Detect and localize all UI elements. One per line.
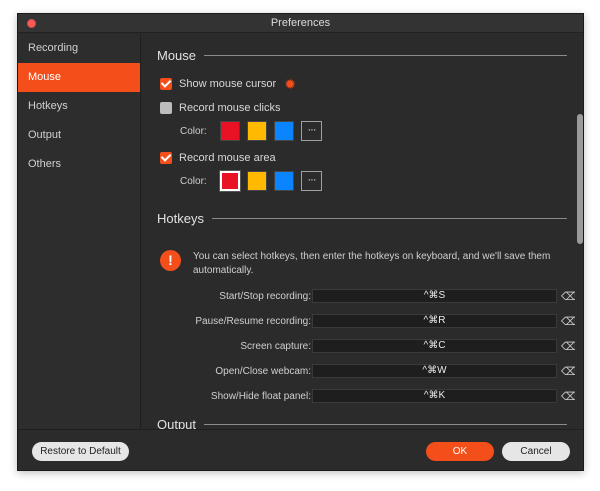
mouse-section-header: Mouse [157,48,567,63]
clicks-color-row: Color: ··· [180,121,322,141]
area-swatch-yellow[interactable] [247,171,267,191]
sidebar-item-hotkeys[interactable]: Hotkeys [18,92,140,121]
area-color-row: Color: ··· [180,170,322,192]
hotkeys-section-header: Hotkeys [157,211,567,226]
hotkey-field-pause-resume[interactable]: ^⌘R [312,314,557,328]
hotkey-field-screen-capture[interactable]: ^⌘C [312,339,557,353]
hotkey-label: Pause/Resume recording: [195,316,311,327]
cancel-button[interactable]: Cancel [502,442,570,461]
scrollbar[interactable] [575,34,583,429]
output-heading: Output [157,417,197,429]
sidebar-item-mouse[interactable]: Mouse [18,63,140,92]
preferences-window: Preferences Recording Mouse Hotkeys Outp… [17,13,584,471]
sidebar-item-recording[interactable]: Recording [18,34,140,63]
sidebar: Recording Mouse Hotkeys Output Others [18,34,141,429]
show-cursor-row: Show mouse cursor ✹ [160,77,296,91]
hotkey-label: Show/Hide float panel: [210,391,311,402]
hotkey-label: Screen capture: [240,341,311,352]
record-clicks-label: Record mouse clicks [179,102,281,114]
ok-button[interactable]: OK [426,442,494,461]
hotkey-field-float-panel[interactable]: ^⌘K [312,389,557,403]
window-title: Preferences [270,17,331,29]
clicks-swatch-blue[interactable] [274,121,294,141]
hotkey-field-start-stop[interactable]: ^⌘S [312,289,557,303]
record-area-label: Record mouse area [179,152,276,164]
hotkey-row: Open/Close webcam: ^⌘W ⌫ [142,364,583,380]
restore-default-button[interactable]: Restore to Default [32,442,129,461]
area-swatch-red[interactable] [219,170,241,192]
clicks-swatch-yellow[interactable] [247,121,267,141]
clicks-more-colors-button[interactable]: ··· [301,121,322,141]
hotkey-row: Show/Hide float panel: ^⌘K ⌫ [142,389,583,405]
footer-bar: Restore to Default OK Cancel [18,429,583,470]
sidebar-item-output[interactable]: Output [18,121,140,150]
title-bar: Preferences [18,14,583,33]
hotkeys-heading: Hotkeys [157,211,204,226]
hotkey-row: Start/Stop recording: ^⌘S ⌫ [142,289,583,305]
section-divider [204,55,567,56]
hotkey-row: Screen capture: ^⌘C ⌫ [142,339,583,355]
clicks-swatch-red[interactable] [220,121,240,141]
warning-icon: ! [160,250,181,271]
settings-panel: Mouse Show mouse cursor ✹ Record mouse c… [142,34,583,429]
hotkey-label: Start/Stop recording: [219,291,311,302]
record-clicks-checkbox[interactable] [160,102,172,114]
sidebar-item-others[interactable]: Others [18,150,140,179]
section-divider [211,218,567,219]
hotkey-field-webcam[interactable]: ^⌘W [312,364,557,378]
hotkey-label: Open/Close webcam: [215,366,311,377]
record-area-row: Record mouse area [160,152,276,164]
mouse-heading: Mouse [157,48,197,63]
scroll-thumb[interactable] [577,114,583,244]
record-area-checkbox[interactable] [160,152,172,164]
area-more-colors-button[interactable]: ··· [301,171,322,191]
record-clicks-row: Record mouse clicks [160,102,280,114]
area-color-label: Color: [180,175,207,187]
area-swatch-blue[interactable] [274,171,294,191]
show-cursor-checkbox[interactable] [160,78,172,90]
hotkeys-info-text: You can select hotkeys, then enter the h… [193,251,551,276]
section-divider [204,424,567,425]
hotkey-row: Pause/Resume recording: ^⌘R ⌫ [142,314,583,330]
show-cursor-label: Show mouse cursor [179,78,277,90]
output-section-header: Output [157,417,567,429]
clicks-color-label: Color: [180,125,207,137]
gear-icon[interactable]: ✹ [284,77,296,91]
